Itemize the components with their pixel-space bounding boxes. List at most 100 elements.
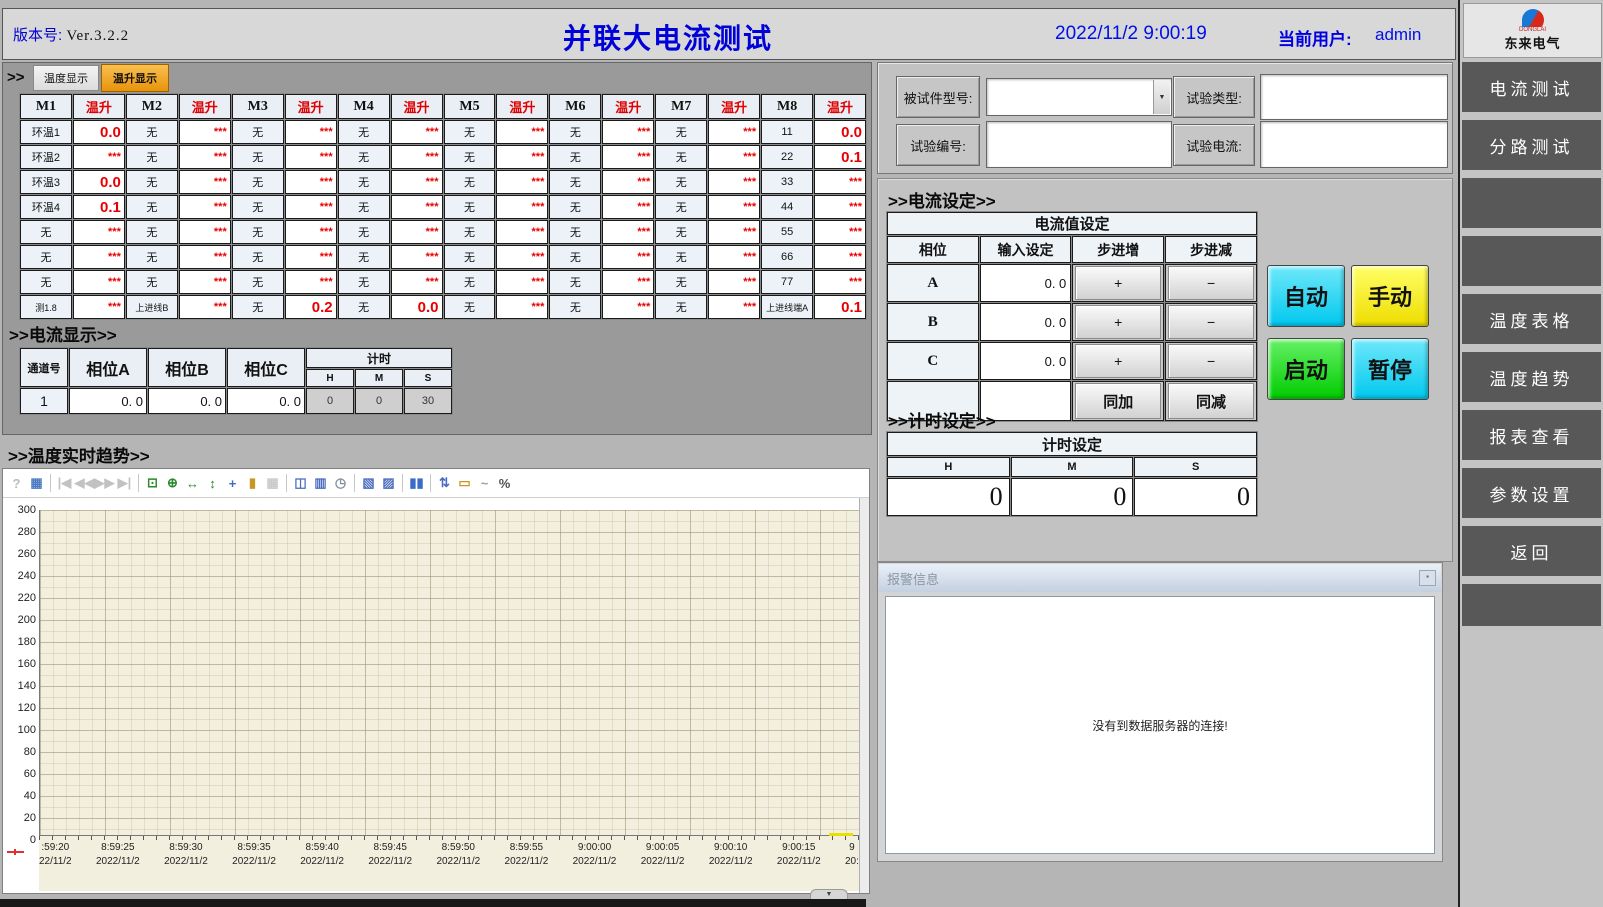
col-header-rise: 温升 xyxy=(496,94,548,119)
tab-rise-display[interactable]: 温升显示 xyxy=(101,64,169,92)
point-label: 无 xyxy=(126,195,178,219)
tab-temperature-display[interactable]: 温度显示 xyxy=(33,65,99,91)
rise-value: *** xyxy=(285,120,337,144)
pause-icon[interactable]: ▮▮ xyxy=(407,474,426,493)
y-axis: 3002802602402202001801601401201008060402… xyxy=(3,498,39,893)
point-label: 无 xyxy=(444,195,496,219)
y-tick-label: 140 xyxy=(3,680,36,692)
pan-icon[interactable]: + xyxy=(223,474,242,493)
step-inc-c-button[interactable]: + xyxy=(1075,344,1161,378)
grid-icon: ▦ xyxy=(263,474,282,493)
y-tick-label: 60 xyxy=(3,768,36,780)
phase-c-value: 0. 0 xyxy=(227,388,305,414)
interpolate-icon[interactable]: ~ xyxy=(475,474,494,493)
point-label: 55 xyxy=(761,220,813,244)
phase-c-setpoint-input[interactable]: 0. 0 xyxy=(980,342,1072,380)
auto-button[interactable]: 自动 xyxy=(1267,265,1345,327)
phase-b-value: 0. 0 xyxy=(148,388,226,414)
hour-header: H xyxy=(306,369,354,387)
point-label: 无 xyxy=(549,145,601,169)
zoom-vertical-icon[interactable]: ↕ xyxy=(203,474,222,493)
pause-button[interactable]: 暂停 xyxy=(1351,338,1429,400)
y-tick-label: 80 xyxy=(3,746,36,758)
step-dec-col-header: 步进减 xyxy=(1165,236,1257,263)
point-label: 无 xyxy=(655,270,707,294)
alarm-message: 没有到数据服务器的连接! xyxy=(1092,717,1227,734)
point-label: 无 xyxy=(20,270,72,294)
stacked-view-icon[interactable]: ▥ xyxy=(311,474,330,493)
timer-hour-input[interactable]: 0 xyxy=(887,478,1010,516)
col-header-rise: 温升 xyxy=(179,94,231,119)
start-button[interactable]: 启动 xyxy=(1267,338,1345,400)
first-page-icon: |◀ xyxy=(55,474,74,493)
timer-second-input[interactable]: 0 xyxy=(1134,478,1257,516)
time-span-icon[interactable]: ◷ xyxy=(331,474,350,493)
step-inc-b-button[interactable]: + xyxy=(1075,305,1161,339)
step-dec-c-button[interactable]: − xyxy=(1168,344,1254,378)
company-logo: DONGLAI 东来电气 xyxy=(1463,3,1602,58)
rise-value: 0.0 xyxy=(73,120,125,144)
timer-minute-input[interactable]: 0 xyxy=(1011,478,1134,516)
dut-model-combobox[interactable]: ▼ xyxy=(986,78,1172,116)
timer-hour-header: H xyxy=(887,457,1010,477)
rise-value: *** xyxy=(179,195,231,219)
phase-b-setpoint-input[interactable]: 0. 0 xyxy=(980,303,1072,341)
chart-scrollbar[interactable] xyxy=(859,498,869,893)
percent-icon[interactable]: % xyxy=(495,474,514,493)
all-dec-button[interactable]: 同减 xyxy=(1168,383,1254,419)
x-tick-label: 8:59:502022/11/2 xyxy=(436,841,480,891)
manual-button[interactable]: 手动 xyxy=(1351,265,1429,327)
scroll-chart-left-icon[interactable]: ▧ xyxy=(359,474,378,493)
point-label: 无 xyxy=(232,295,284,319)
axis-ruler-icon[interactable]: ▮ xyxy=(243,474,262,493)
temperature-panel: >> 温度显示 温升显示 M1温升M2温升M3温升M4温升M5温升M6温升M7温… xyxy=(2,62,872,435)
header-bar: 版本号: Ver.3.2.2 并联大电流测试 2022/11/2 9:00:19… xyxy=(2,8,1456,60)
sidebar-item-back[interactable]: 返回 xyxy=(1462,526,1601,576)
test-type-input[interactable] xyxy=(1260,74,1448,120)
combo-dropdown-icon[interactable]: ▼ xyxy=(1153,80,1170,114)
sidebar-item-report-view[interactable]: 报表查看 xyxy=(1462,410,1601,460)
rise-value: *** xyxy=(496,245,548,269)
alarm-pin-button[interactable]: ▪ xyxy=(1419,570,1436,586)
toolbar-separator xyxy=(50,474,51,492)
all-inc-button[interactable]: 同加 xyxy=(1075,383,1161,419)
col-header-M3: M3 xyxy=(232,94,284,119)
point-label: 无 xyxy=(549,220,601,244)
point-label: 无 xyxy=(444,120,496,144)
point-label: 无 xyxy=(232,245,284,269)
point-label: 无 xyxy=(549,295,601,319)
rise-value: *** xyxy=(496,120,548,144)
sort-icon[interactable]: ⇅ xyxy=(435,474,454,493)
rise-value: *** xyxy=(496,220,548,244)
zoom-box-icon[interactable]: ⊡ xyxy=(143,474,162,493)
y-tick-label: 240 xyxy=(3,570,36,582)
sidebar-item-temp-table[interactable]: 温度表格 xyxy=(1462,294,1601,344)
scroll-chart-right-icon[interactable]: ▨ xyxy=(379,474,398,493)
step-dec-a-button[interactable]: − xyxy=(1168,266,1254,300)
test-number-input[interactable] xyxy=(986,121,1172,168)
second-header: S xyxy=(404,369,452,387)
col-header-rise: 温升 xyxy=(285,94,337,119)
sidebar-item-temp-trend[interactable]: 温度趋势 xyxy=(1462,352,1601,402)
point-label: 无 xyxy=(655,120,707,144)
x-tick-label: :59:2022/11/2 xyxy=(39,841,72,891)
rise-value: *** xyxy=(285,195,337,219)
sidebar-item-branch-test[interactable]: 分路测试 xyxy=(1462,120,1601,170)
plot-area[interactable] xyxy=(39,510,859,839)
y-tick-label: 20 xyxy=(3,812,36,824)
sidebar-item-current-test[interactable]: 电流测试 xyxy=(1462,62,1601,112)
version-value: Ver.3.2.2 xyxy=(66,28,129,44)
rise-value: *** xyxy=(496,170,548,194)
test-current-input[interactable] xyxy=(1260,121,1448,168)
zoom-horizontal-icon[interactable]: ↔ xyxy=(183,474,202,493)
bounds-icon[interactable]: ▭ xyxy=(455,474,474,493)
rise-value: *** xyxy=(285,220,337,244)
rise-value: 0.0 xyxy=(391,295,443,319)
zoom-in-icon[interactable]: ⊕ xyxy=(163,474,182,493)
chart-export-icon[interactable]: ▦ xyxy=(27,474,46,493)
step-dec-b-button[interactable]: − xyxy=(1168,305,1254,339)
split-view-icon[interactable]: ◫ xyxy=(291,474,310,493)
phase-a-setpoint-input[interactable]: 0. 0 xyxy=(980,264,1072,302)
step-inc-a-button[interactable]: + xyxy=(1075,266,1161,300)
sidebar-item-param-setting[interactable]: 参数设置 xyxy=(1462,468,1601,518)
